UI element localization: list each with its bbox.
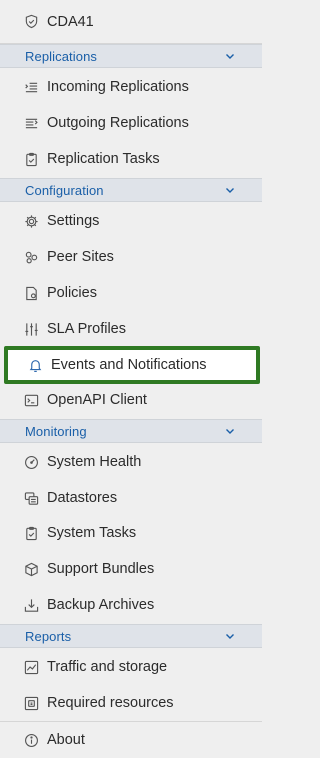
site-name: CDA41 xyxy=(47,13,94,30)
nav-item-label: Events and Notifications xyxy=(51,357,207,373)
nav-item-label: Support Bundles xyxy=(47,561,155,577)
nav-item-outgoing-replications[interactable]: Outgoing Replications xyxy=(0,105,262,141)
section-title: Reports xyxy=(25,628,72,644)
nav-item-label: Settings xyxy=(47,213,100,229)
nav-item-label: OpenAPI Client xyxy=(47,392,147,408)
site-item[interactable]: CDA41 xyxy=(0,0,262,44)
nav-item-label: System Tasks xyxy=(47,525,137,541)
section-title: Configuration xyxy=(25,182,104,198)
nav-item-label: Datastores xyxy=(47,490,118,506)
sidebar-nav: CDA41 Replications Incoming Replications… xyxy=(0,0,262,758)
bell-icon xyxy=(28,358,43,373)
download-tray-icon xyxy=(24,598,39,613)
section-title: Replications xyxy=(25,48,98,64)
nav-item-required-resources[interactable]: Required resources xyxy=(0,685,262,721)
nav-item-label: Policies xyxy=(47,285,97,301)
nav-item-events-and-notifications[interactable]: Events and Notifications xyxy=(4,346,260,384)
nav-item-sla-profiles[interactable]: SLA Profiles xyxy=(0,311,262,347)
clipboard-check-icon xyxy=(24,152,39,167)
nav-item-datastores[interactable]: Datastores xyxy=(0,480,262,516)
nav-item-label: System Health xyxy=(47,454,142,470)
section-header-replications[interactable]: Replications xyxy=(0,44,262,68)
chevron-down-icon xyxy=(224,630,236,642)
incoming-list-icon xyxy=(24,80,39,95)
nav-item-label: SLA Profiles xyxy=(47,321,126,337)
chevron-down-icon xyxy=(224,50,236,62)
nav-item-label: Outgoing Replications xyxy=(47,115,189,131)
nav-item-peer-sites[interactable]: Peer Sites xyxy=(0,239,262,275)
nav-item-label: Replication Tasks xyxy=(47,151,160,167)
nav-item-incoming-replications[interactable]: Incoming Replications xyxy=(0,69,262,105)
section-title: Monitoring xyxy=(25,423,87,439)
outgoing-list-icon xyxy=(24,116,39,131)
nav-item-label: Backup Archives xyxy=(47,597,155,613)
nav-item-label: Required resources xyxy=(47,695,174,711)
shield-icon xyxy=(24,14,39,29)
chevron-down-icon xyxy=(224,425,236,437)
nav-item-traffic-and-storage[interactable]: Traffic and storage xyxy=(0,649,262,685)
gauge-icon xyxy=(24,455,39,470)
nav-item-backup-archives[interactable]: Backup Archives xyxy=(0,587,262,623)
nav-item-replication-tasks[interactable]: Replication Tasks xyxy=(0,141,262,177)
resource-box-icon xyxy=(24,696,39,711)
section-header-monitoring[interactable]: Monitoring xyxy=(0,419,262,443)
terminal-icon xyxy=(24,393,39,408)
datastores-icon xyxy=(24,491,39,506)
info-icon xyxy=(24,733,39,748)
nav-item-openapi-client[interactable]: OpenAPI Client xyxy=(0,382,262,418)
line-chart-icon xyxy=(24,660,39,675)
nav-item-label: Peer Sites xyxy=(47,249,114,265)
nav-item-label: About xyxy=(47,732,85,748)
sliders-icon xyxy=(24,322,39,337)
nav-item-support-bundles[interactable]: Support Bundles xyxy=(0,551,262,587)
nav-item-label: Traffic and storage xyxy=(47,659,168,675)
peer-sites-icon xyxy=(24,250,39,265)
clipboard-check-icon xyxy=(24,526,39,541)
nav-item-settings[interactable]: Settings xyxy=(0,203,262,239)
cube-icon xyxy=(24,562,39,577)
nav-item-system-health[interactable]: System Health xyxy=(0,444,262,480)
section-header-configuration[interactable]: Configuration xyxy=(0,178,262,202)
nav-item-system-tasks[interactable]: System Tasks xyxy=(0,515,262,551)
chevron-down-icon xyxy=(224,184,236,196)
nav-item-label: Incoming Replications xyxy=(47,79,189,95)
gear-icon xyxy=(24,214,39,229)
section-header-reports[interactable]: Reports xyxy=(0,624,262,648)
nav-item-policies[interactable]: Policies xyxy=(0,275,262,311)
policy-document-icon xyxy=(24,286,39,301)
nav-item-about[interactable]: About xyxy=(0,721,262,758)
